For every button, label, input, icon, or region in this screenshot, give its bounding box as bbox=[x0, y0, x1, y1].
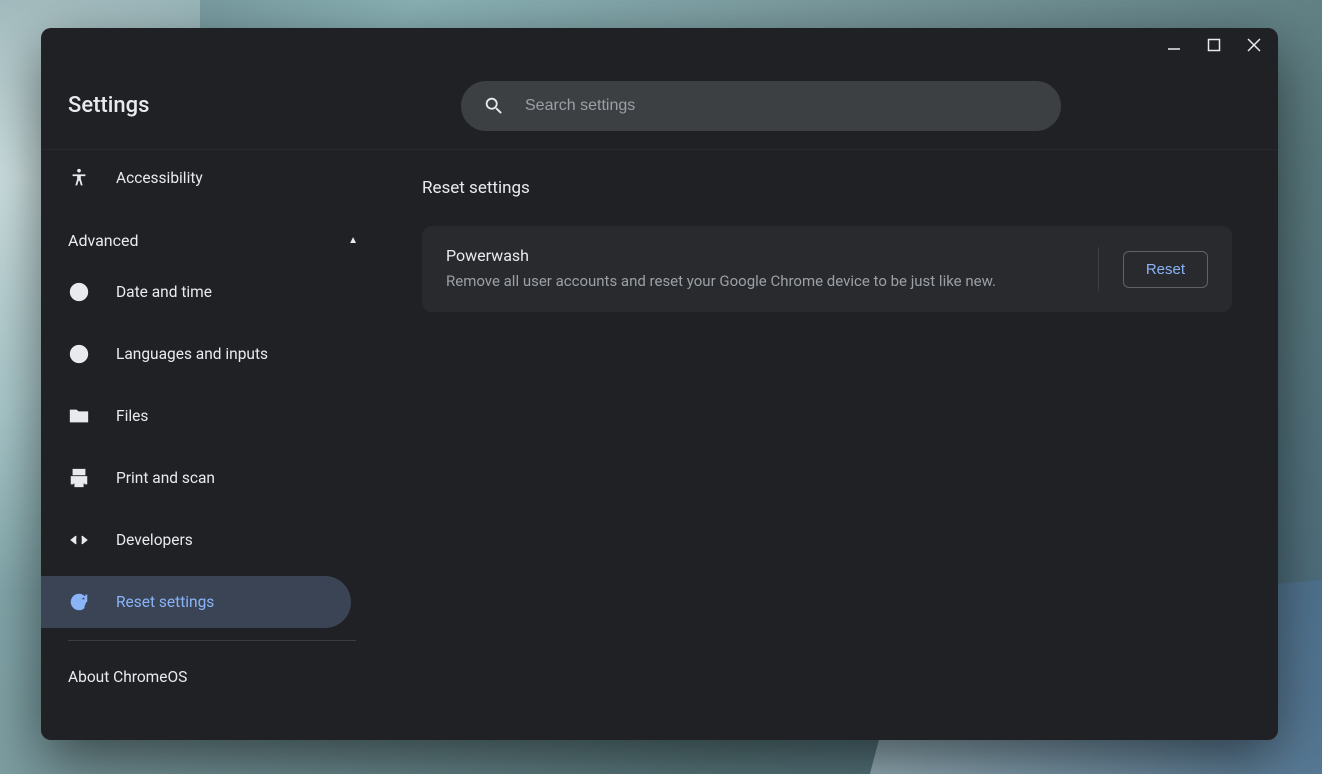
sidebar-item-label: Developers bbox=[116, 531, 193, 549]
printer-icon bbox=[68, 467, 90, 489]
reset-icon bbox=[68, 591, 90, 613]
powerwash-card: Powerwash Remove all user accounts and r… bbox=[422, 226, 1232, 312]
spacer bbox=[41, 566, 396, 576]
card-description: Remove all user accounts and reset your … bbox=[446, 271, 1074, 292]
search-bar[interactable] bbox=[461, 81, 1061, 131]
spacer bbox=[41, 442, 396, 452]
sidebar-divider bbox=[68, 640, 356, 641]
sidebar-item-about[interactable]: About ChromeOS bbox=[41, 653, 396, 701]
sidebar-group-advanced[interactable]: Advanced ▲ bbox=[41, 214, 396, 266]
maximize-icon bbox=[1207, 38, 1221, 52]
maximize-button[interactable] bbox=[1194, 28, 1234, 62]
clock-icon bbox=[68, 281, 90, 303]
close-button[interactable] bbox=[1234, 28, 1274, 62]
sidebar-item-label: Files bbox=[116, 407, 148, 425]
sidebar-item-print[interactable]: Print and scan bbox=[41, 452, 396, 504]
card-text: Powerwash Remove all user accounts and r… bbox=[446, 246, 1074, 292]
card-title: Powerwash bbox=[446, 246, 1074, 265]
settings-window: Settings Accessibility Advanced ▲ bbox=[41, 28, 1278, 740]
section-title: Reset settings bbox=[422, 178, 1232, 198]
sidebar-item-developers[interactable]: Developers bbox=[41, 514, 396, 566]
sidebar-item-label: Accessibility bbox=[116, 169, 203, 187]
search-input[interactable] bbox=[525, 97, 1039, 115]
search-icon bbox=[483, 95, 505, 117]
sidebar-item-label: Print and scan bbox=[116, 469, 215, 487]
sidebar-item-label: Reset settings bbox=[116, 593, 214, 611]
sidebar-item-label: Languages and inputs bbox=[116, 345, 268, 363]
card-divider bbox=[1098, 247, 1099, 291]
sidebar-group-label: Advanced bbox=[68, 231, 139, 250]
sidebar-item-languages[interactable]: Languages and inputs bbox=[41, 328, 396, 380]
sidebar-item-accessibility[interactable]: Accessibility bbox=[41, 152, 396, 204]
sidebar-item-files[interactable]: Files bbox=[41, 390, 396, 442]
minimize-icon bbox=[1167, 38, 1181, 52]
sidebar-item-date-time[interactable]: Date and time bbox=[41, 266, 396, 318]
folder-icon bbox=[68, 405, 90, 427]
content-area: Reset settings Powerwash Remove all user… bbox=[396, 150, 1278, 740]
window-body: Accessibility Advanced ▲ Date and time L… bbox=[41, 150, 1278, 740]
globe-icon bbox=[68, 343, 90, 365]
search-wrap bbox=[461, 81, 1061, 131]
app-title: Settings bbox=[41, 93, 461, 118]
sidebar-item-reset-settings[interactable]: Reset settings bbox=[41, 576, 351, 628]
chevron-up-icon: ▲ bbox=[348, 235, 358, 246]
reset-button[interactable]: Reset bbox=[1123, 251, 1208, 288]
minimize-button[interactable] bbox=[1154, 28, 1194, 62]
spacer bbox=[41, 504, 396, 514]
sidebar: Accessibility Advanced ▲ Date and time L… bbox=[41, 150, 396, 740]
code-icon bbox=[68, 529, 90, 551]
spacer bbox=[41, 204, 396, 214]
spacer bbox=[41, 318, 396, 328]
spacer bbox=[41, 380, 396, 390]
close-icon bbox=[1247, 38, 1261, 52]
accessibility-icon bbox=[68, 167, 90, 189]
header-bar: Settings bbox=[41, 62, 1278, 150]
window-titlebar bbox=[41, 28, 1278, 62]
sidebar-item-label: Date and time bbox=[116, 283, 212, 301]
sidebar-item-label: About ChromeOS bbox=[68, 668, 187, 686]
